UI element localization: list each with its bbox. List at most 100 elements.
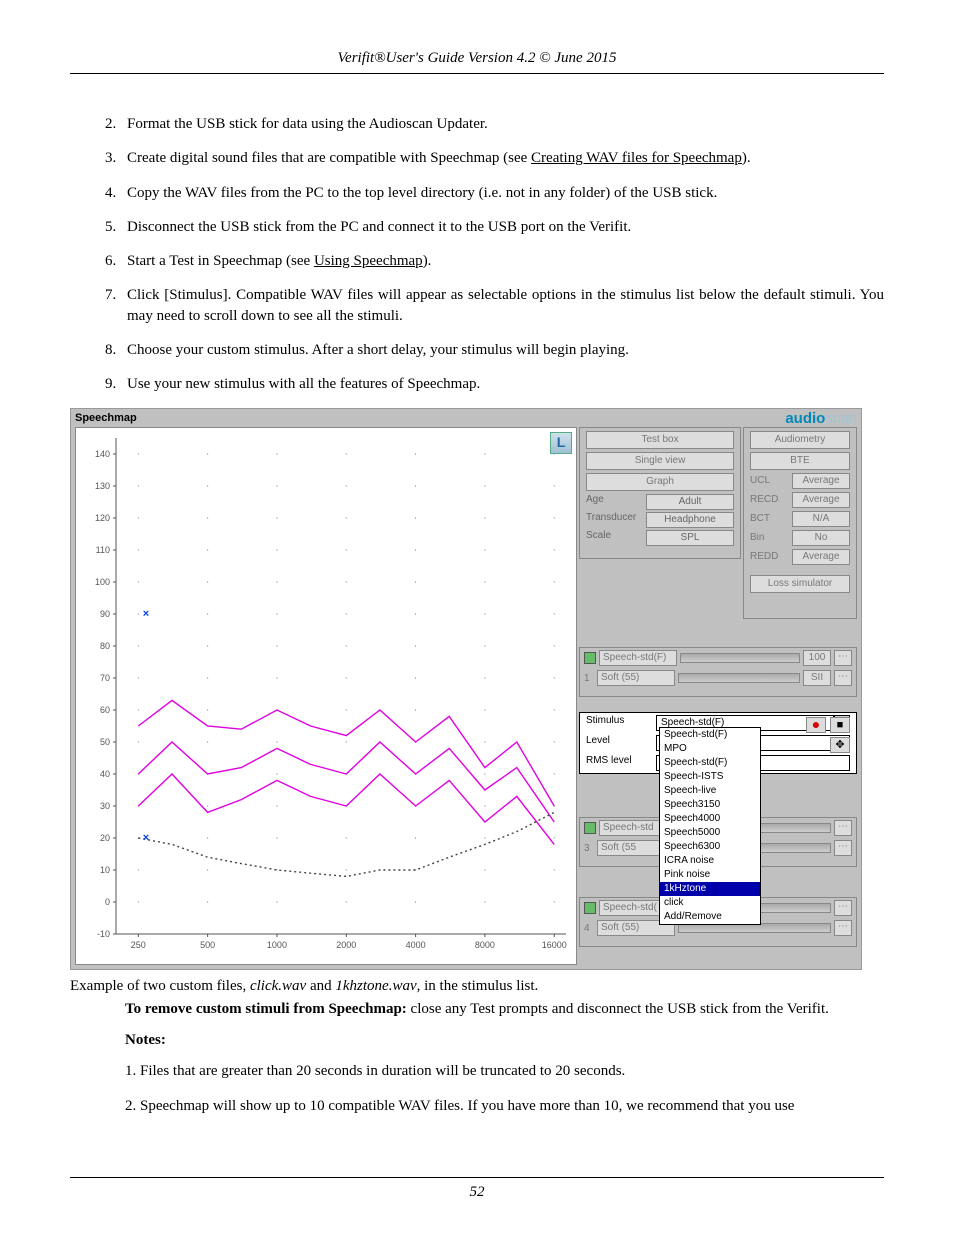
kv-label: Transducer: [586, 512, 646, 528]
kv-value[interactable]: SPL: [646, 530, 734, 546]
svg-text:130: 130: [95, 481, 110, 491]
dropdown-item[interactable]: Pink noise: [660, 868, 760, 882]
kv-label: Bin: [750, 530, 788, 546]
more-icon[interactable]: ⋯: [834, 650, 852, 666]
mode-kv: AgeAdult: [586, 494, 734, 510]
svg-text:0: 0: [105, 897, 110, 907]
play-icon[interactable]: [584, 822, 596, 834]
svg-text:60: 60: [100, 705, 110, 715]
more-icon[interactable]: ⋯: [834, 900, 852, 916]
move-icon-box: ✥: [830, 737, 850, 753]
slider[interactable]: [680, 653, 800, 663]
svg-text:40: 40: [100, 769, 110, 779]
dropdown-item[interactable]: Speech-std(F): [660, 728, 760, 742]
step-text: Format the USB stick for data using the …: [127, 114, 884, 134]
dropdown-item[interactable]: Speech-ISTS: [660, 770, 760, 784]
mode-button[interactable]: Test box: [586, 431, 734, 449]
svg-text:140: 140: [95, 449, 110, 459]
aud-kv: BinNo: [750, 530, 850, 546]
stim-field[interactable]: Speech-std(F): [599, 650, 677, 666]
step-item: 6.Start a Test in Speechmap (see Using S…: [105, 251, 884, 271]
kv-value[interactable]: Average: [792, 549, 850, 565]
stim-row: 1Soft (55) SII⋯: [580, 668, 856, 688]
step-text: Choose your custom stimulus. After a sho…: [127, 340, 884, 360]
svg-text:×: ×: [143, 832, 149, 844]
mode-button[interactable]: Graph: [586, 473, 734, 491]
dropdown-item[interactable]: Speech3150: [660, 798, 760, 812]
note-1: 1. Files that are greater than 20 second…: [125, 1061, 884, 1082]
stim-field[interactable]: Soft (55): [597, 670, 675, 686]
svg-text:30: 30: [100, 801, 110, 811]
L-toggle-button[interactable]: L: [550, 432, 572, 454]
kv-label: Age: [586, 494, 646, 510]
dropdown-item[interactable]: click: [660, 896, 760, 910]
stim-row: Speech-std(F) 100⋯: [580, 648, 856, 668]
page-header: Verifit®User's Guide Version 4.2 © June …: [70, 50, 884, 74]
play-icon[interactable]: [584, 652, 596, 664]
aud-button[interactable]: Audiometry: [750, 431, 850, 449]
loss-simulator-button[interactable]: Loss simulator: [750, 575, 850, 593]
step-item: 5.Disconnect the USB stick from the PC a…: [105, 217, 884, 237]
more-icon[interactable]: ⋯: [834, 670, 852, 686]
aud-kv: UCLAverage: [750, 473, 850, 489]
mode-kv: ScaleSPL: [586, 530, 734, 546]
dropdown-item[interactable]: Add/Remove: [660, 910, 760, 924]
step-item: 9.Use your new stimulus with all the fea…: [105, 374, 884, 394]
chart-svg: -100102030405060708090100110120130140250…: [76, 428, 576, 964]
svg-text:2000: 2000: [336, 940, 356, 950]
speechmap-screenshot: Speechmap audioscan L -10010203040506070…: [70, 408, 862, 970]
step-text: Create digital sound files that are comp…: [127, 148, 884, 168]
dropdown-item[interactable]: 1kHztone: [660, 882, 760, 896]
move-icon[interactable]: ✥: [830, 737, 850, 753]
kv-label: RECD: [750, 492, 788, 508]
step-number: 4.: [105, 183, 127, 203]
dropdown-item[interactable]: Speech5000: [660, 826, 760, 840]
dropdown-item[interactable]: Speech-std(F): [660, 756, 760, 770]
more-icon[interactable]: ⋯: [834, 920, 852, 936]
dropdown-item[interactable]: MPO: [660, 742, 760, 756]
chart-area: L -1001020304050607080901001101201301402…: [75, 427, 577, 965]
kv-value[interactable]: Headphone: [646, 512, 734, 528]
svg-text:-10: -10: [97, 929, 110, 939]
svg-text:110: 110: [96, 545, 110, 555]
stim-icons: ● ■: [806, 717, 850, 733]
kv-label: BCT: [750, 511, 788, 527]
kv-value[interactable]: Average: [792, 492, 850, 508]
more-icon[interactable]: ⋯: [834, 840, 852, 856]
kv-value[interactable]: Adult: [646, 494, 734, 510]
mode-kv: TransducerHeadphone: [586, 512, 734, 528]
kv-label: REDD: [750, 549, 788, 565]
aud-button[interactable]: BTE: [750, 452, 850, 470]
step-number: 6.: [105, 251, 127, 271]
dropdown-item[interactable]: ICRA noise: [660, 854, 760, 868]
mode-button[interactable]: Single view: [586, 452, 734, 470]
step-text: Start a Test in Speechmap (see Using Spe…: [127, 251, 884, 271]
badge: SII: [803, 670, 831, 686]
stop-icon[interactable]: ■: [830, 717, 850, 733]
record-icon[interactable]: ●: [806, 717, 826, 733]
kv-label: Scale: [586, 530, 646, 546]
kv-value[interactable]: No: [792, 530, 850, 546]
kv-value[interactable]: N/A: [792, 511, 850, 527]
step-item: 4.Copy the WAV files from the PC to the …: [105, 183, 884, 203]
stimulus-dropdown[interactable]: Speech-std(F)MPOSpeech-std(F)Speech-ISTS…: [659, 727, 761, 925]
dropdown-item[interactable]: Speech6300: [660, 840, 760, 854]
slider[interactable]: [678, 673, 800, 683]
kv-label: Level: [586, 735, 656, 751]
row-num: 1: [584, 673, 594, 684]
dropdown-item[interactable]: Speech4000: [660, 812, 760, 826]
svg-text:×: ×: [143, 608, 149, 620]
play-icon[interactable]: [584, 902, 596, 914]
mode-panel: Test boxSingle viewGraphAgeAdultTransduc…: [579, 427, 741, 559]
page-footer: 52: [70, 1177, 884, 1201]
audiometry-panel: AudiometryBTEUCLAverageRECDAverageBCTN/A…: [743, 427, 857, 619]
kv-label: UCL: [750, 473, 788, 489]
badge: 100: [803, 650, 831, 666]
more-icon[interactable]: ⋯: [834, 820, 852, 836]
dropdown-item[interactable]: Speech-live: [660, 784, 760, 798]
step-item: 7.Click [Stimulus]. Compatible WAV files…: [105, 285, 884, 326]
kv-label: RMS level: [586, 755, 656, 771]
kv-value[interactable]: Average: [792, 473, 850, 489]
svg-text:1000: 1000: [267, 940, 287, 950]
remove-instructions: To remove custom stimuli from Speechmap:…: [125, 999, 884, 1020]
